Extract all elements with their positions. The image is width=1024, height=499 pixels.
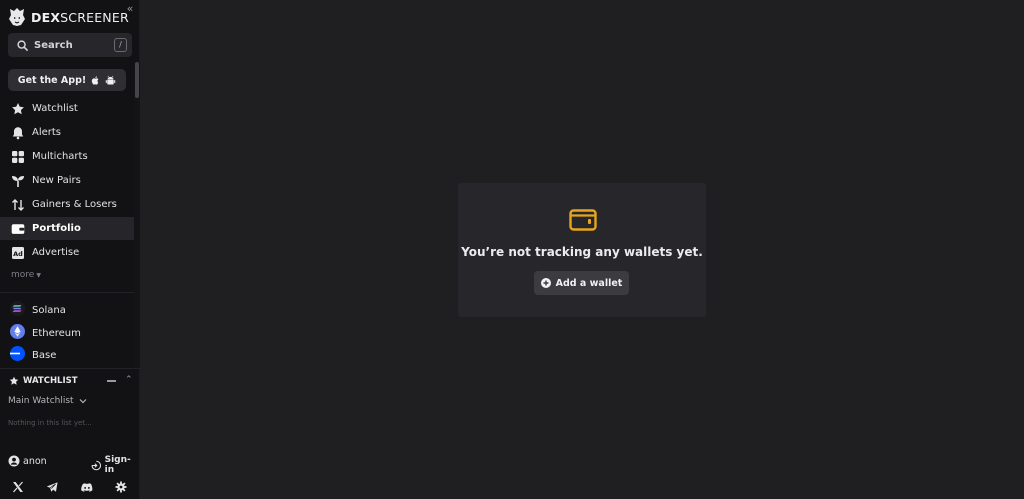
wallet-icon [11,222,25,236]
get-app-button[interactable]: Get the App! [8,69,126,91]
search-label: Search [34,39,73,51]
plus-circle-icon [540,278,551,288]
search-icon [17,39,28,51]
sidebar-item-ethereum[interactable]: Ethereum [0,322,134,344]
grid-icon [11,150,25,164]
svg-text:Ad: Ad [13,250,23,258]
arrows-updown-icon [11,198,25,212]
more-toggle[interactable]: more ▼ [11,270,41,280]
user-name: anon [23,455,47,467]
sign-in-icon [91,460,102,470]
watchlist-empty-text: Nothing in this list yet... [8,419,92,427]
wallet-icon [569,208,597,236]
portfolio-empty-state: You’re not tracking any wallets yet. Add… [458,183,706,317]
sidebar-item-alerts[interactable]: Alerts [0,121,134,144]
empty-state-message: You’re not tracking any wallets yet. [461,245,703,259]
chain-label: Solana [32,304,66,316]
base-icon [10,345,25,365]
user-avatar-icon [8,455,20,467]
social-links [0,478,140,496]
sidebar-scrollbar[interactable] [134,62,140,368]
sign-in-label: Sign-in [104,455,131,475]
watchlist-selector[interactable]: Main Watchlist [8,396,87,406]
bell-icon [11,126,25,140]
x-icon[interactable] [12,481,24,493]
nav-label: Watchlist [32,103,78,114]
discord-icon[interactable] [81,481,93,493]
sprout-icon [11,174,25,188]
ethereum-icon [10,323,25,343]
ad-icon: Ad [11,246,25,260]
sign-in-button[interactable]: Sign-in [91,455,139,475]
sidebar-item-watchlist[interactable]: Watchlist [0,97,134,120]
minimize-watchlist-button[interactable] [107,380,116,382]
watchlist-name: Main Watchlist [8,396,74,406]
solana-icon [10,300,25,320]
star-icon [9,376,19,385]
chevron-down-icon [79,399,87,404]
nav-label: Advertise [32,247,80,258]
sidebar-item-gainers-losers[interactable]: Gainers & Losers [0,193,134,216]
search-input[interactable]: Search / [8,33,132,57]
nav-label: Gainers & Losers [32,199,117,210]
chain-label: Ethereum [32,327,81,339]
sidebar-item-portfolio[interactable]: Portfolio [0,217,134,240]
android-icon [105,75,116,84]
expand-watchlist-button[interactable]: ⌃ [125,375,133,385]
nav-label: Portfolio [32,223,81,234]
star-icon [11,102,25,116]
add-wallet-button[interactable]: Add a wallet [534,271,629,295]
watchlist-title: WATCHLIST [23,375,78,386]
brand-logo[interactable]: DEXSCREENER [8,7,129,27]
brand-name: DEXSCREENER [31,9,129,25]
nav-label: Multicharts [32,151,88,162]
settings-icon[interactable] [115,481,127,493]
dexscreener-logo-icon [9,8,25,26]
add-wallet-label: Add a wallet [555,277,623,289]
search-shortcut-key: / [114,38,127,52]
sidebar-item-new-pairs[interactable]: New Pairs [0,169,134,192]
app-root: DEXSCREENER « Search / Get the App! Watc… [0,0,1024,499]
sidebar-item-multicharts[interactable]: Multicharts [0,145,134,168]
sidebar-scroll-thumb[interactable] [135,62,139,98]
sidebar-divider [0,292,134,293]
get-app-label: Get the App! [17,74,87,86]
sidebar-item-solana[interactable]: Solana [0,299,134,321]
chain-label: Base [32,349,57,361]
apple-icon [92,75,99,85]
collapse-sidebar-button[interactable]: « [124,3,136,15]
nav-label: New Pairs [32,175,81,186]
nav-label: Alerts [32,127,62,138]
sidebar: DEXSCREENER « Search / Get the App! Watc… [0,0,140,499]
sidebar-item-base[interactable]: Base [0,344,134,366]
user-account[interactable]: anon [8,455,47,467]
caret-down-icon: ▼ [36,272,41,279]
watchlist-section-header: WATCHLIST ⌃ [0,368,140,392]
sidebar-item-advertise[interactable]: Ad Advertise [0,241,134,264]
telegram-icon[interactable] [46,481,58,493]
